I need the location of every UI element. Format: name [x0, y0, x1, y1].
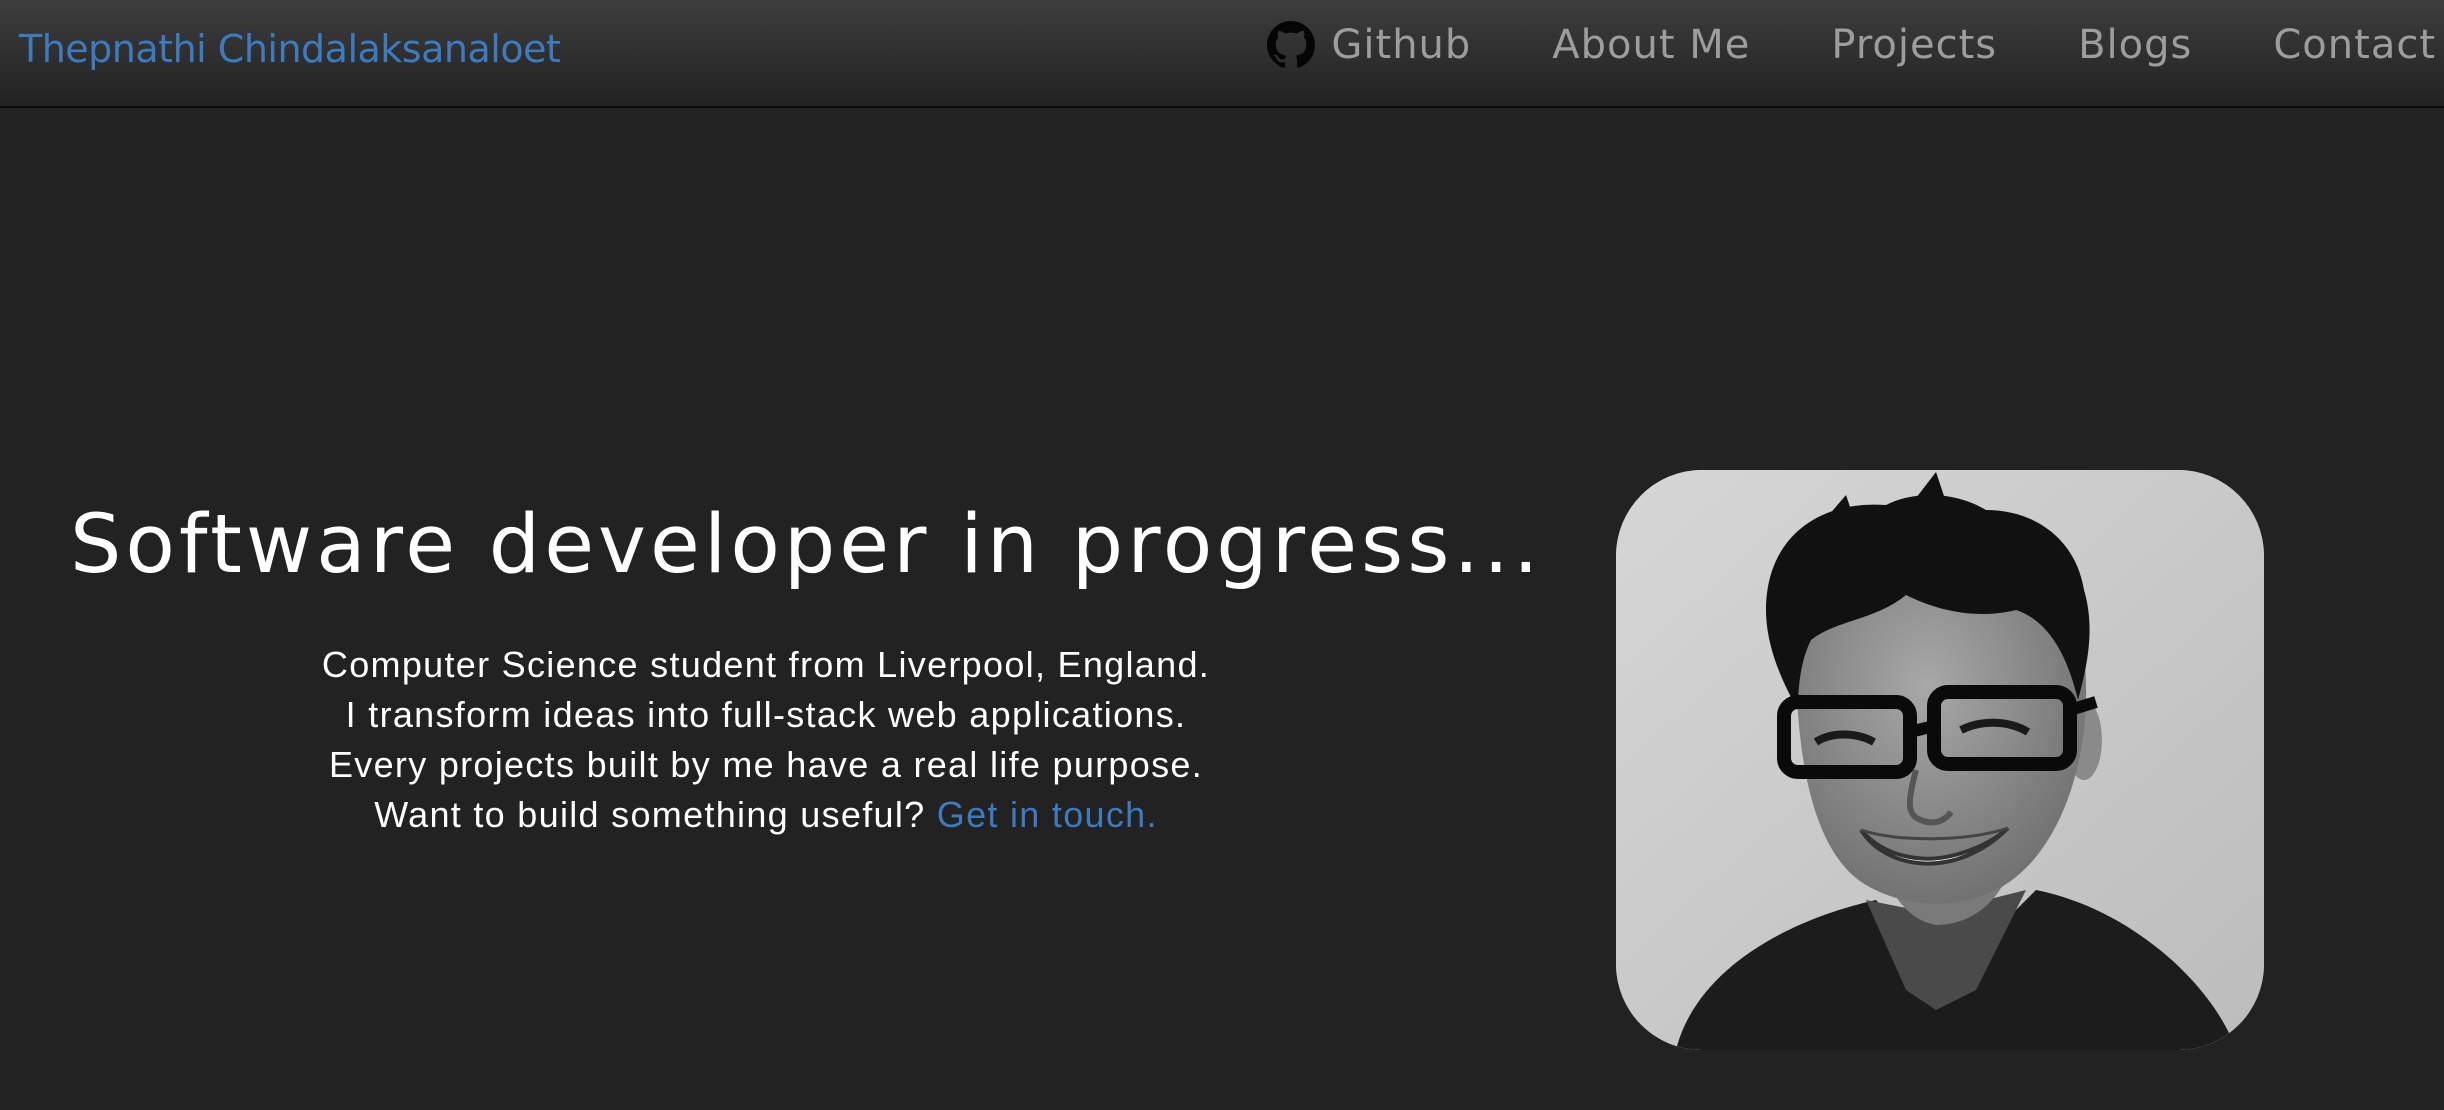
nav-item-projects: Projects	[1831, 22, 1997, 76]
hero-line: Want to build something useful?	[374, 794, 926, 835]
profile-photo	[1616, 470, 2264, 1050]
nav-link-projects[interactable]: Projects	[1831, 22, 1997, 68]
nav-links: Github About Me Projects Blogs Contact	[1267, 0, 2436, 106]
nav-link-github[interactable]: Github	[1267, 21, 1471, 69]
hero-line: Every projects built by me have a real l…	[329, 744, 1203, 785]
nav-item-about: About Me	[1552, 22, 1750, 76]
navbar: Thepnathi Chindalaksanaloet Github About…	[0, 0, 2444, 108]
nav-link-blogs[interactable]: Blogs	[2078, 22, 2192, 68]
hero-line-cta: Want to build something useful? Get in t…	[266, 790, 1266, 840]
brand-link[interactable]: Thepnathi Chindalaksanaloet	[19, 0, 561, 106]
nav-item-github: Github	[1267, 21, 1471, 77]
nav-link-contact[interactable]: Contact	[2273, 22, 2436, 68]
nav-item-contact: Contact	[2273, 22, 2436, 76]
hero-title: Software developer in progress...	[70, 498, 1543, 592]
hero-line: Computer Science student from Liverpool,…	[321, 644, 1211, 685]
portrait-illustration	[1616, 470, 2264, 1050]
get-in-touch-link[interactable]: Get in touch.	[937, 794, 1158, 835]
nav-item-blogs: Blogs	[2078, 22, 2192, 76]
nav-label-github: Github	[1331, 22, 1472, 68]
hero-description: Computer Science student from Liverpool,…	[266, 640, 1266, 840]
hero-line: I transform ideas into full-stack web ap…	[345, 694, 1187, 735]
github-icon	[1267, 21, 1316, 68]
nav-link-about-me[interactable]: About Me	[1552, 22, 1750, 68]
